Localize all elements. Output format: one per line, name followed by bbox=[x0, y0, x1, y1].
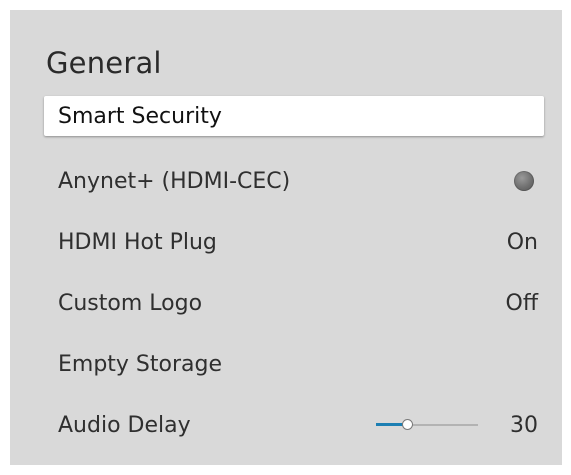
general-menu-panel: General Smart Security Anynet+ (HDMI-CEC… bbox=[10, 10, 562, 465]
menu-item-smart-security[interactable]: Smart Security bbox=[44, 96, 544, 136]
menu-item-label: HDMI Hot Plug bbox=[58, 229, 217, 255]
menu-item-value: On bbox=[506, 229, 538, 255]
menu-item-label: Smart Security bbox=[58, 103, 222, 129]
menu-item-anynet[interactable]: Anynet+ (HDMI-CEC) bbox=[44, 161, 544, 201]
screen: General Smart Security Anynet+ (HDMI-CEC… bbox=[0, 0, 571, 475]
audio-delay-value: 30 bbox=[510, 412, 538, 438]
menu-item-label: Empty Storage bbox=[58, 351, 223, 377]
menu-title: General bbox=[46, 46, 162, 80]
menu-item-custom-logo[interactable]: Custom Logo Off bbox=[44, 283, 544, 323]
audio-delay-slider[interactable] bbox=[376, 415, 478, 435]
menu-item-label: Audio Delay bbox=[58, 412, 191, 438]
menu-item-value: Off bbox=[505, 290, 538, 316]
menu-item-audio-delay[interactable]: Audio Delay 30 bbox=[44, 405, 544, 445]
menu-item-label: Anynet+ (HDMI-CEC) bbox=[58, 168, 291, 194]
menu-item-label: Custom Logo bbox=[58, 290, 203, 316]
slider-thumb[interactable] bbox=[402, 419, 413, 430]
toggle-off-icon[interactable] bbox=[514, 171, 534, 191]
audio-delay-control: 30 bbox=[376, 413, 538, 438]
menu-item-empty-storage[interactable]: Empty Storage bbox=[44, 344, 544, 384]
menu-item-hdmi-hot-plug[interactable]: HDMI Hot Plug On bbox=[44, 222, 544, 262]
